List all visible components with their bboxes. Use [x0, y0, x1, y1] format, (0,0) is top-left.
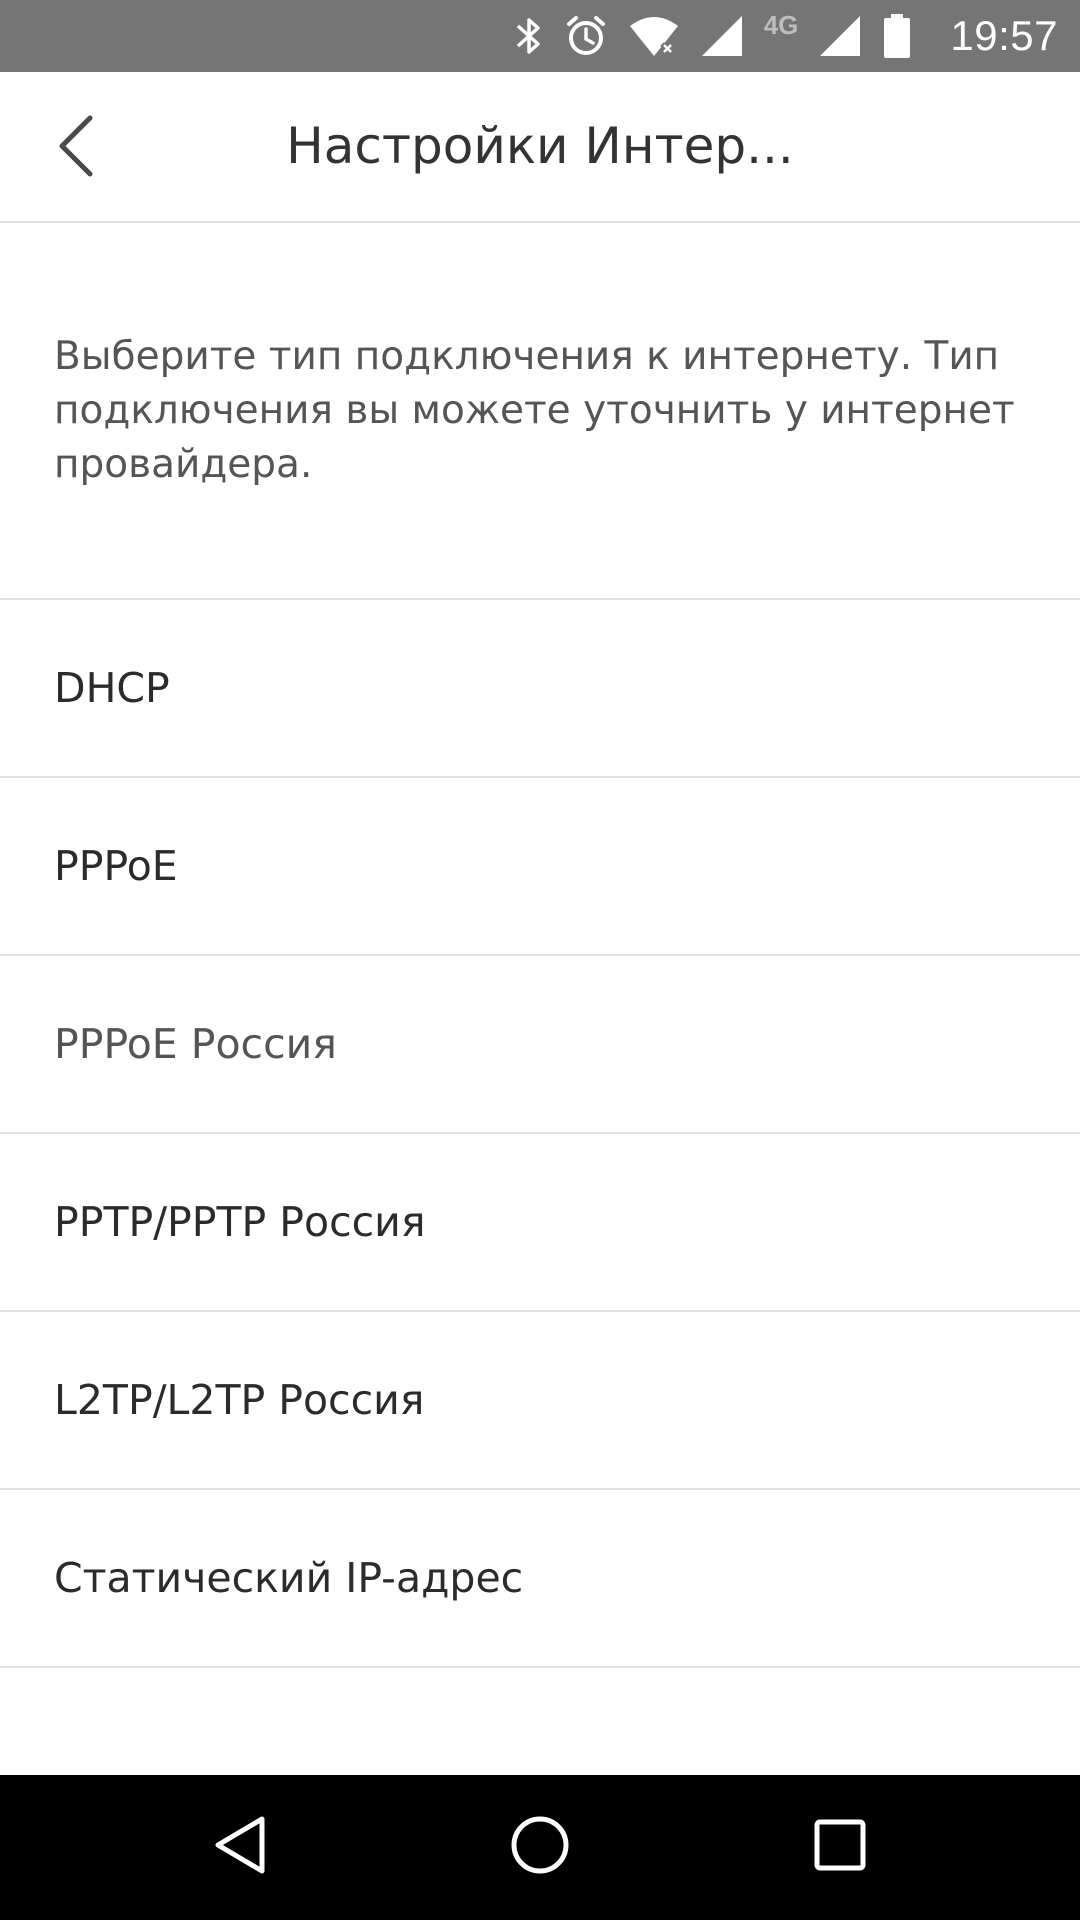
alarm-icon [564, 14, 608, 58]
list-item-dhcp[interactable]: DHCP [0, 600, 1080, 778]
list-item-pppoe[interactable]: PPPoE [0, 778, 1080, 956]
nav-recents-button[interactable] [790, 1797, 890, 1897]
list-item-label: L2TP/L2TP Россия [54, 1376, 425, 1424]
list-item-l2tp-russia[interactable]: L2TP/L2TP Россия [0, 1312, 1080, 1490]
status-time: 19:57 [950, 12, 1058, 59]
connection-type-list: DHCP PPPoE PPPoE Россия PPTP/PPTP Россия… [0, 598, 1080, 1668]
status-bar: 4G 19:57 [0, 0, 1080, 72]
description-text: Выберите тип подключения к интернету. Ти… [54, 334, 1015, 487]
bluetooth-icon [514, 14, 544, 58]
nav-recents-icon [812, 1817, 868, 1877]
nav-back-button[interactable] [190, 1797, 290, 1897]
signal-icon [818, 14, 862, 58]
nav-home-button[interactable] [490, 1797, 590, 1897]
app-bar: Настройки Интер... [0, 72, 1080, 223]
battery-icon [882, 12, 912, 60]
list-item-pppoe-russia[interactable]: PPPoE Россия [0, 956, 1080, 1134]
list-item-label: PPPoE Россия [54, 1020, 337, 1068]
nav-home-icon [508, 1813, 572, 1881]
navigation-bar [0, 1775, 1080, 1920]
page-title: Настройки Интер... [286, 117, 794, 175]
nav-back-icon [210, 1813, 270, 1881]
network-type-label: 4G [763, 10, 799, 40]
wifi-icon [628, 14, 680, 58]
signal-icon [700, 14, 744, 58]
screen: 4G 19:57 Настройки Интер... Выберите тип… [0, 0, 1080, 1920]
status-icons: 4G 19:57 [514, 0, 1058, 72]
list-item-label: Статический IP-адрес [54, 1554, 524, 1602]
list-item-label: DHCP [54, 664, 170, 712]
list-item-label: PPPoE [54, 842, 178, 890]
list-item-pptp-russia[interactable]: PPTP/PPTP Россия [0, 1134, 1080, 1312]
list-item-label: PPTP/PPTP Россия [54, 1198, 426, 1246]
list-item-static-ip[interactable]: Статический IP-адрес [0, 1490, 1080, 1668]
